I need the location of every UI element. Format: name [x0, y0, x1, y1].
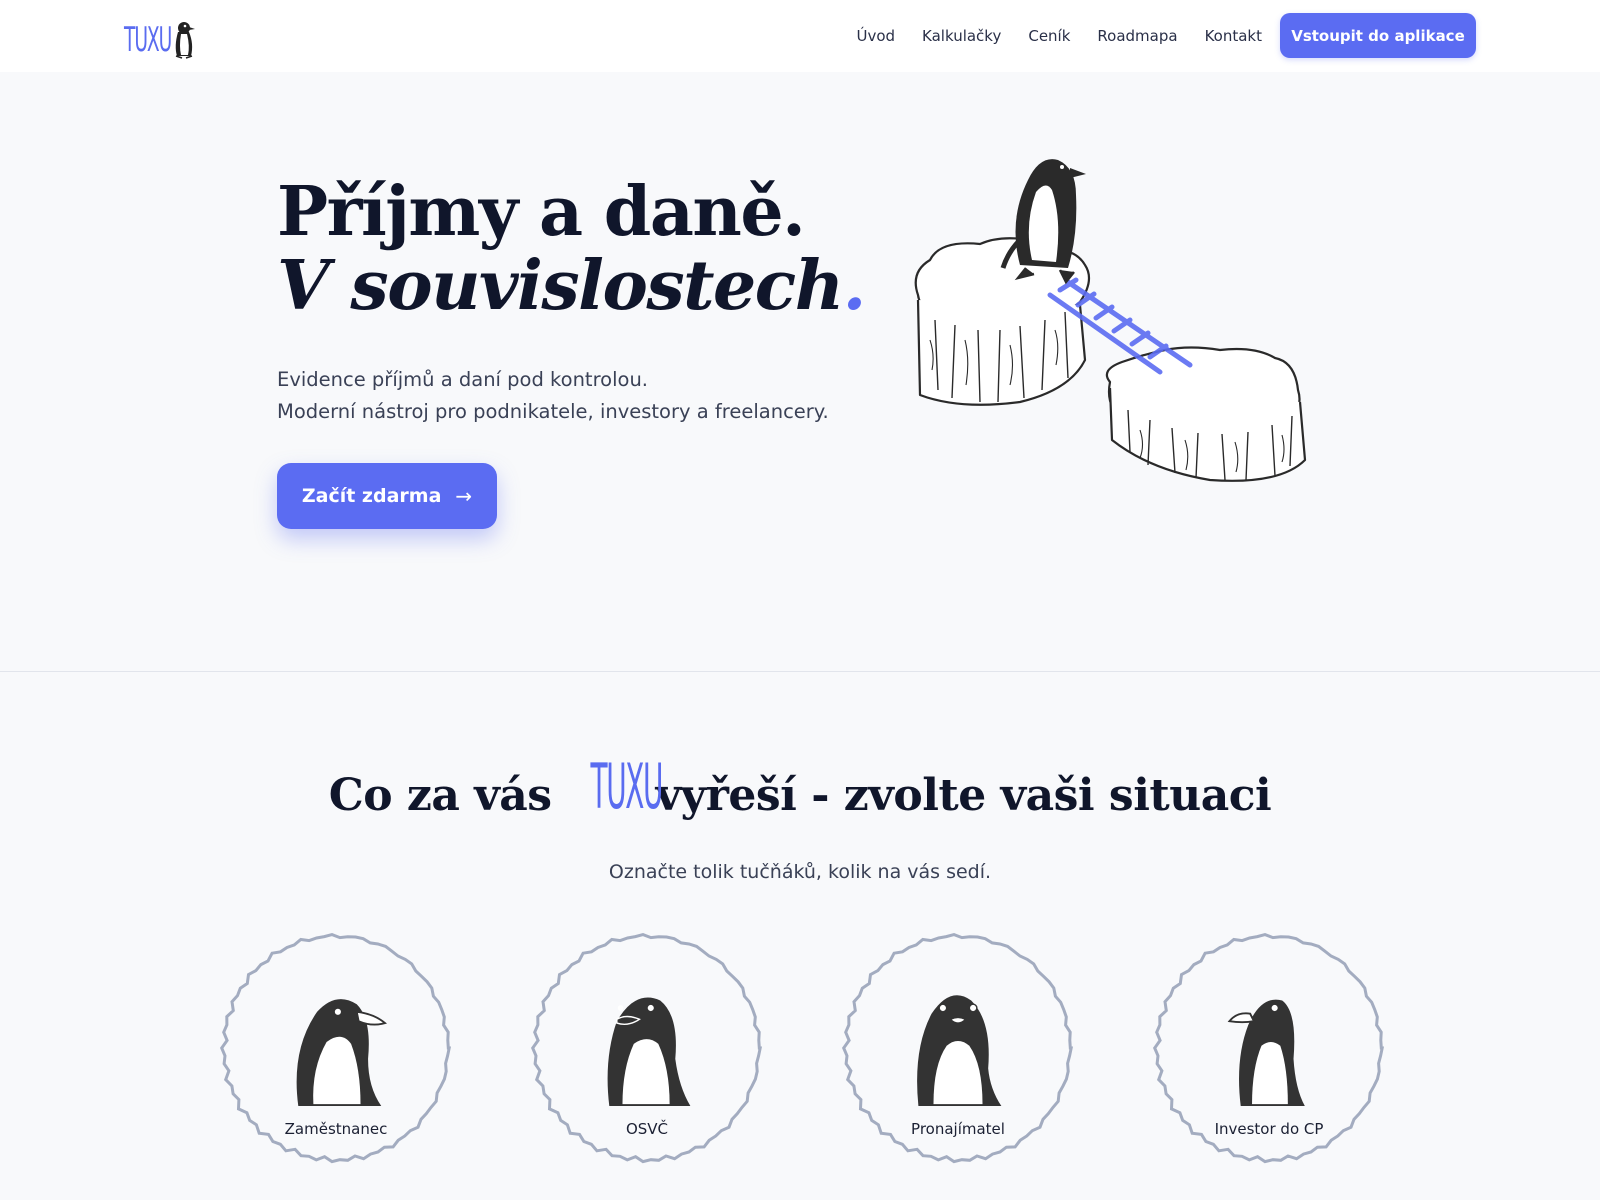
logo[interactable]: TUXU	[124, 12, 196, 60]
penguin-logo-icon	[175, 22, 195, 59]
persona-label: OSVČ	[625, 1120, 669, 1138]
section-divider	[0, 671, 1600, 672]
persona-card[interactable]: Zaměstnanec	[218, 930, 454, 1166]
enter-app-button[interactable]: Vstoupit do aplikace	[1280, 13, 1476, 58]
persona-card[interactable]: OSVČ	[529, 930, 765, 1166]
hero-title-dot: .	[842, 246, 867, 326]
persona-label: Zaměstnanec	[284, 1120, 388, 1138]
nav-link-cenik[interactable]: Ceník	[1028, 27, 1070, 45]
nav-link-uvod[interactable]: Úvod	[856, 27, 895, 45]
hero-subtitle-line2: Moderní nástroj pro podnikatele, investo…	[277, 400, 829, 423]
hero-title-line2-text: V souvislostech	[277, 246, 844, 326]
situations-title-logo: TUXU	[590, 749, 663, 823]
situations-title-before: Co za vás	[328, 770, 552, 821]
start-free-button[interactable]: Začít zdarma →	[277, 463, 497, 529]
situations-title: Co za vás TUXU vyřeší - zvolte vaši situ…	[0, 755, 1600, 821]
nav-link-kontakt[interactable]: Kontakt	[1205, 27, 1262, 45]
start-free-label: Začít zdarma	[301, 485, 442, 507]
logo-text: TUXU	[124, 20, 172, 60]
situations-title-after: vyřeší - zvolte vaši situaci	[655, 770, 1272, 821]
nav-link-kalkulacky[interactable]: Kalkulačky	[922, 27, 1001, 45]
hero-title-line2: V souvislostech.	[277, 246, 867, 326]
penguin-landlord-icon	[917, 995, 1002, 1107]
navbar: TUXU Úvod Kalkulačky Ceník Roadmapa Kont…	[0, 0, 1600, 72]
penguin-investor-icon	[1227, 999, 1305, 1107]
situations-subtitle: Označte tolik tučňáků, kolik na vás sedí…	[608, 861, 992, 883]
persona-label: Investor do CP	[1214, 1120, 1324, 1138]
penguin-employee-icon	[296, 999, 388, 1107]
persona-card[interactable]: Investor do CP	[1151, 930, 1387, 1166]
hero-subtitle: Evidence příjmů a daní pod kontrolou. Mo…	[277, 364, 829, 428]
penguin-freelancer-icon	[607, 997, 691, 1107]
main-nav: Úvod Kalkulačky Ceník Roadmapa Kontakt	[856, 0, 1262, 72]
hero-subtitle-line1: Evidence příjmů a daní pod kontrolou.	[277, 368, 649, 391]
persona-label: Pronajímatel	[911, 1120, 1005, 1138]
nav-link-roadmapa[interactable]: Roadmapa	[1097, 27, 1177, 45]
hero-title: Příjmy a daně. V souvislostech.	[277, 172, 867, 326]
hero-title-line1: Příjmy a daně.	[277, 172, 806, 252]
penguin-ice-floes-illustration	[914, 159, 1307, 482]
arrow-right-icon: →	[455, 484, 473, 508]
persona-card[interactable]: Pronajímatel	[840, 930, 1076, 1166]
